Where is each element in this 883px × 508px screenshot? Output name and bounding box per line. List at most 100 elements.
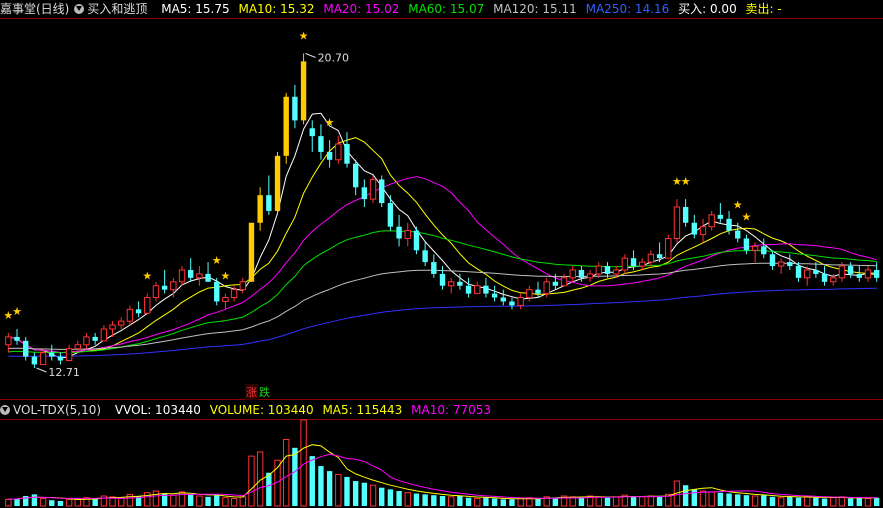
candle-body [144,297,151,314]
volume-bar [483,497,489,506]
volume-bar [318,466,324,506]
volume-bar [292,447,298,506]
candle-body [352,163,359,188]
candle-body [126,308,134,322]
candle-body [483,285,489,294]
volume-bar [708,491,715,507]
candle-body [621,257,629,271]
candle-body [283,96,289,156]
ma250-line [8,287,877,357]
buy-signal-icon: ★ [212,254,222,267]
volume-bar [361,482,368,506]
volume-bar [326,471,333,506]
buy-signal-icon: ★ [681,175,691,188]
candle-body [656,254,663,259]
candle-body [847,266,854,274]
candle-body [761,246,767,255]
volume-bar [491,498,498,506]
volume-bar [222,497,229,507]
candle-body [569,269,576,279]
candle-body [187,269,194,278]
volume-bar [682,485,689,506]
candle-body [474,285,481,295]
candle-body [49,352,55,357]
candle-body [118,320,125,326]
volume-bar [39,498,47,507]
candle-body [369,178,377,200]
down-label[interactable]: 跌 [259,384,270,400]
candle-body [673,206,681,239]
candlestick-chart[interactable]: ★★★★★★★★★★★20.7012.71 [0,0,883,508]
candle-body [647,253,655,263]
volume-bar [65,498,73,507]
candle-body [422,250,428,263]
volume-bar [595,496,602,507]
candle-body [864,269,872,279]
candle-body [31,356,38,365]
volume-bar [777,497,785,507]
buy-signal-icon: ★ [741,211,751,224]
buy-signal-icon: ★ [325,116,335,129]
candle-body [266,195,272,211]
volume-bar [396,491,402,506]
volume-bar [474,498,481,507]
high-price-label: 20.70 [318,51,350,64]
candle-body [726,218,732,231]
volume-bar [813,497,819,506]
volume-bar [873,497,880,506]
volume-bar [751,495,759,507]
volume-bar [92,498,98,506]
candle-body [509,301,515,306]
candle-body [787,262,793,267]
buy-signal-icon: ★ [220,270,230,283]
candle-body [543,281,550,295]
candle-body [5,336,12,346]
candle-body [361,187,368,200]
volume-bar [57,501,64,506]
volume-bar [309,456,315,506]
volume-bar [404,492,411,507]
volume-bar [656,496,663,506]
volume-bar [465,497,472,506]
candle-body [83,336,90,346]
candle-body [535,289,541,294]
candle-body [830,277,837,283]
candle-body [552,281,559,286]
volume-bar [535,498,541,506]
volume-bar [787,496,793,506]
candle-body [813,269,819,274]
volume-bar [144,492,151,507]
candle-body [335,143,342,161]
volume-bar [239,496,246,507]
candle-body [300,61,307,121]
volume-bar [552,497,559,506]
candle-body [100,328,108,342]
volume-bar [717,492,724,506]
candle-body [595,265,602,275]
up-label[interactable]: 涨 [245,384,258,400]
volume-bar [699,490,707,507]
candle-body [74,344,81,350]
volume-bar [5,498,12,507]
volume-bar [214,495,220,506]
volume-bar [283,438,290,507]
high-pointer [305,53,316,58]
volume-bar [726,493,732,506]
candle-body [152,285,160,299]
volume-bar [422,494,428,506]
candle-body [804,269,811,279]
candle-body [161,285,168,290]
candle-body [526,289,533,299]
candle-body [777,261,785,267]
volume-bar [743,495,750,506]
candle-body [404,230,411,239]
candle-body [230,289,238,299]
candle-body [612,269,620,275]
candle-body [387,203,394,227]
candle-body [821,273,828,282]
candle-body [517,297,524,306]
candle-body [465,285,472,294]
volume-bar [335,473,342,507]
candle-body [396,226,402,239]
volume-bar [457,496,463,506]
